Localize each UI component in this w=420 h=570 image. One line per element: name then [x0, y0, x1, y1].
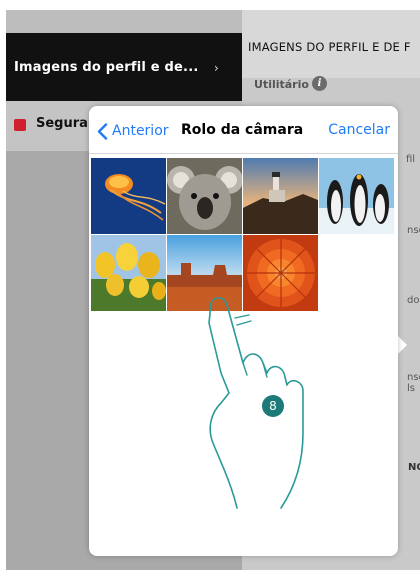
photo-thumbnail-desert[interactable]	[167, 235, 242, 311]
photo-thumbnail-lighthouse[interactable]	[243, 158, 318, 234]
app-screen: Imagens do perfil e de... › Seguran IMAG…	[6, 10, 420, 570]
security-badge-icon	[14, 119, 26, 131]
photo-thumbnail-tulips[interactable]	[91, 235, 166, 311]
photo-thumbnail-penguins[interactable]	[319, 158, 394, 234]
panel-text-fragment: nse	[407, 372, 420, 383]
sidebar-item-label: Imagens do perfil e de...	[14, 60, 199, 75]
sidebar-item-label: Seguran	[36, 116, 98, 131]
picker-navbar: Anterior Rolo da câmara Cancelar	[89, 106, 398, 154]
photo-thumbnail-jellyfish[interactable]	[91, 158, 166, 234]
sidebar-item-profile-images[interactable]: Imagens do perfil e de... ›	[6, 33, 242, 101]
panel-button-fragment[interactable]: NCE	[408, 462, 420, 473]
photo-thumbnail-koala[interactable]	[167, 158, 242, 234]
chevron-right-icon: ›	[214, 61, 219, 75]
detail-panel-header: IMAGENS DO PERFIL E DE F	[242, 10, 420, 78]
chevron-left-icon	[97, 122, 108, 140]
picker-title: Rolo da câmara	[181, 122, 304, 138]
panel-text-fragment: ls	[407, 383, 415, 394]
user-label: Utilitário	[254, 78, 309, 91]
photo-picker-popover: Anterior Rolo da câmara Cancelar	[89, 106, 398, 556]
step-number-badge: 8	[262, 395, 284, 417]
back-button[interactable]: Anterior	[97, 120, 169, 142]
popover-arrow	[398, 336, 407, 354]
panel-text-fragment: nse	[407, 225, 420, 236]
info-icon[interactable]: i	[312, 76, 327, 91]
panel-text-fragment: fil	[406, 154, 416, 165]
detail-panel-title: IMAGENS DO PERFIL E DE F	[248, 40, 411, 54]
back-button-label: Anterior	[112, 123, 169, 139]
cancel-button[interactable]: Cancelar	[328, 122, 390, 138]
photo-thumbnail-chrysanthemum[interactable]	[243, 235, 318, 311]
sidebar-header	[6, 10, 242, 33]
panel-text-fragment: do d	[407, 295, 420, 306]
